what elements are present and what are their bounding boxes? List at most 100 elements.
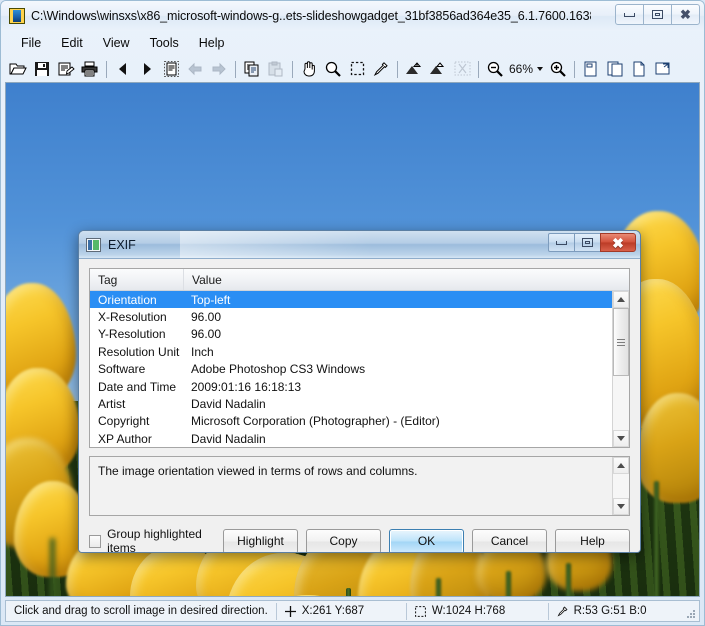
pan-hand-button[interactable]	[297, 57, 321, 80]
row-tag: Date and Time	[98, 379, 177, 394]
resize-grip[interactable]	[685, 608, 696, 619]
back-icon	[188, 62, 202, 75]
zoom-tool-button[interactable]	[321, 57, 345, 80]
duplicate-button[interactable]	[603, 57, 627, 80]
row-tag: Orientation	[98, 292, 157, 307]
crosshair-icon	[284, 605, 296, 617]
properties-icon	[58, 62, 75, 75]
checkbox-icon[interactable]	[89, 534, 102, 548]
status-color-text: R:53 G:51 B:0	[573, 605, 647, 617]
scrollbar-track[interactable]	[613, 474, 629, 498]
group-highlighted-checkbox[interactable]: Group highlighted items	[89, 527, 223, 552]
exif-list-scrollbar[interactable]	[612, 291, 629, 447]
blank-page-icon	[633, 61, 645, 76]
exif-list-header: Tag Value	[90, 269, 629, 291]
copy-button[interactable]	[240, 57, 264, 80]
window-controls: ✖	[615, 4, 700, 25]
toolbar: 66%	[1, 55, 704, 82]
row-tag: XP Author	[98, 431, 152, 446]
color-picker-button[interactable]	[369, 57, 393, 80]
open-icon	[9, 63, 27, 74]
image-canvas[interactable]: EXIF ✖ Tag Value Orientation Top-left X-…	[5, 82, 700, 597]
close-button[interactable]: ✖	[671, 4, 700, 25]
row-tag: Software	[98, 362, 146, 377]
back-button[interactable]	[183, 57, 207, 80]
table-row[interactable]: Date and Time 2009:01:16 16:18:13	[90, 378, 612, 395]
help-button[interactable]: Help	[555, 528, 630, 552]
minimize-icon	[624, 12, 635, 17]
copy-button[interactable]: Copy	[306, 528, 381, 552]
exif-maximize-button[interactable]	[574, 233, 601, 252]
menu-item-help[interactable]: Help	[189, 34, 235, 52]
close-icon: ✖	[680, 7, 691, 22]
scroll-up-button[interactable]	[613, 291, 629, 308]
save-button[interactable]	[30, 57, 54, 80]
tag-description-box[interactable]: The image orientation viewed in terms of…	[89, 456, 630, 516]
scrollbar-thumb[interactable]	[613, 308, 629, 376]
exif-minimize-button[interactable]	[548, 233, 575, 252]
menu-item-edit[interactable]: Edit	[51, 34, 93, 52]
selection-icon	[415, 605, 426, 617]
table-row[interactable]: Artist David Nadalin	[90, 395, 612, 412]
table-row[interactable]: Software Adobe Photoshop CS3 Windows	[90, 361, 612, 378]
scroll-down-button[interactable]	[613, 498, 629, 515]
scrollbar-track[interactable]	[613, 308, 629, 430]
properties-button[interactable]	[54, 57, 78, 80]
table-row[interactable]: Resolution Unit Inch	[90, 343, 612, 360]
table-row[interactable]: Copyright Microsoft Corporation (Photogr…	[90, 413, 612, 430]
toolbar-separator	[393, 60, 402, 78]
zoom-level-label[interactable]: 66%	[507, 62, 535, 76]
select-region-button[interactable]	[345, 57, 369, 80]
save-icon	[35, 61, 49, 76]
blank-page-button[interactable]	[627, 57, 651, 80]
status-cursor-text: X:261 Y:687	[301, 605, 365, 617]
crop-button[interactable]	[450, 57, 474, 80]
chevron-down-icon[interactable]	[537, 66, 544, 71]
print-button[interactable]	[78, 57, 102, 80]
cancel-button[interactable]: Cancel	[472, 528, 547, 552]
column-header-value[interactable]: Value	[183, 269, 629, 290]
table-row[interactable]: Orientation Top-left	[90, 291, 612, 309]
table-row[interactable]: X-Resolution 96.00	[90, 308, 612, 325]
thumbnails-button[interactable]	[159, 57, 183, 80]
tulip-stem	[506, 571, 511, 596]
scroll-up-button[interactable]	[613, 457, 629, 474]
status-hint: Click and drag to scroll image in desire…	[6, 601, 276, 621]
column-header-tag[interactable]: Tag	[90, 269, 183, 290]
table-row[interactable]: Y-Resolution 96.00	[90, 326, 612, 343]
minimize-button[interactable]	[615, 4, 644, 25]
menu-item-tools[interactable]: Tools	[140, 34, 189, 52]
grip-icon	[617, 338, 625, 346]
scroll-down-button[interactable]	[613, 430, 629, 447]
menu-item-view[interactable]: View	[93, 34, 140, 52]
open-button[interactable]	[6, 57, 30, 80]
exif-dialog-title-bar[interactable]: EXIF ✖	[79, 231, 640, 259]
new-window-button[interactable]	[579, 57, 603, 80]
exif-tag-list[interactable]: Tag Value Orientation Top-left X-Resolut…	[89, 268, 630, 448]
menu-item-file[interactable]: File	[11, 34, 51, 52]
zoom-out-button[interactable]	[483, 57, 507, 80]
copy-icon	[244, 61, 259, 76]
status-color: R:53 G:51 B:0	[549, 601, 699, 621]
toolbar-separator	[102, 60, 111, 78]
cascade-windows-button[interactable]	[651, 57, 675, 80]
status-dimensions-text: W:1024 H:768	[431, 605, 506, 617]
paste-button[interactable]	[264, 57, 288, 80]
crop-icon	[454, 61, 470, 76]
arrow-up-icon	[617, 297, 625, 302]
table-row[interactable]: XP Author David Nadalin	[90, 430, 612, 447]
maximize-button[interactable]	[643, 4, 672, 25]
next-image-button[interactable]	[135, 57, 159, 80]
ok-button[interactable]: OK	[389, 528, 464, 552]
previous-image-button[interactable]	[111, 57, 135, 80]
previous-image-icon	[119, 62, 126, 75]
forward-button[interactable]	[207, 57, 231, 80]
highlight-button[interactable]: Highlight	[223, 528, 298, 552]
rotate-left-button[interactable]	[402, 57, 426, 80]
zoom-in-button[interactable]	[546, 57, 570, 80]
rotate-right-button[interactable]	[426, 57, 450, 80]
description-scrollbar[interactable]	[612, 457, 629, 515]
exif-window-controls: ✖	[548, 233, 636, 252]
window-title-bar: C:\Windows\winsxs\x86_microsoft-windows-…	[1, 1, 704, 31]
exif-close-button[interactable]: ✖	[600, 233, 636, 252]
